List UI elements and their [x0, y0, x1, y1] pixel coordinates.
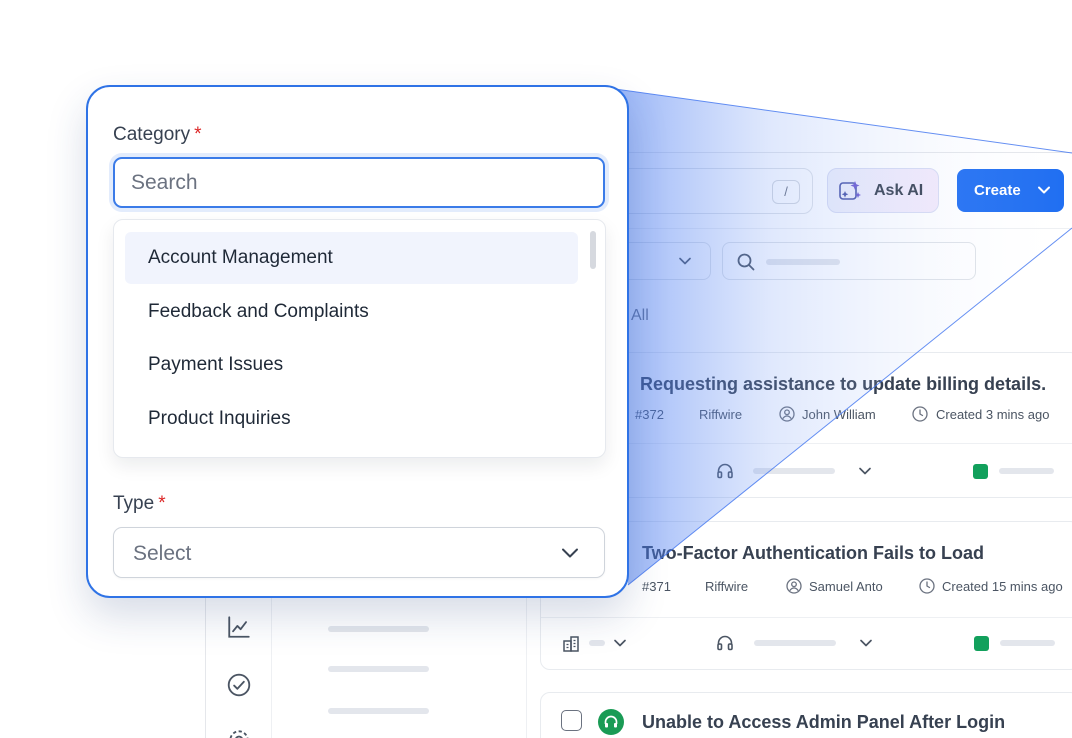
category-option-label: Product Inquiries [148, 408, 291, 429]
skeleton-line [328, 666, 429, 672]
skeleton-line [1000, 640, 1055, 646]
ticket-id: #372 [635, 407, 664, 422]
ticket-title[interactable]: Requesting assistance to update billing … [640, 374, 1046, 395]
ticket-created: Created 15 mins ago [942, 579, 1063, 594]
category-option-label: Account Management [148, 247, 333, 268]
gear-icon[interactable] [226, 727, 252, 738]
required-mark: * [194, 124, 202, 145]
ticket-created: Created 3 mins ago [936, 407, 1050, 422]
category-option-label: Payment Issues [148, 354, 284, 375]
building-icon [563, 636, 579, 652]
type-label-text: Type [113, 493, 155, 514]
category-label: Category * [113, 124, 202, 146]
required-mark: * [158, 493, 166, 514]
ticket-company: Riffwire [699, 407, 743, 422]
category-dropdown-list: Account Management Feedback and Complain… [113, 219, 606, 458]
ask-ai-button[interactable]: Ask AI [827, 168, 939, 213]
status-indicator [974, 636, 989, 651]
chevron-down-icon[interactable] [613, 638, 627, 648]
ticket-title[interactable]: Two-Factor Authentication Fails to Load [642, 543, 984, 564]
card-divider [541, 617, 1072, 618]
chevron-down-icon [1038, 186, 1050, 194]
ticket-assignee: Samuel Anto [809, 579, 883, 594]
sparkle-icon [839, 181, 861, 200]
status-indicator [973, 464, 988, 479]
category-form-popup: Category* Account Management Feedback an… [86, 85, 629, 598]
ticket-assignee: John William [802, 407, 876, 422]
dropdown-scrollbar[interactable] [590, 231, 596, 269]
ticket-card[interactable]: Unable to Access Admin Panel After Login [540, 692, 1072, 738]
clock-icon [919, 578, 935, 594]
category-option[interactable]: Product Inquiries [125, 393, 578, 445]
filter-search-input[interactable] [722, 242, 976, 280]
category-option[interactable]: Payment Issues [125, 339, 578, 391]
user-icon [779, 406, 795, 422]
type-label: Type * [113, 493, 166, 515]
skeleton-line [753, 468, 835, 474]
skeleton-line [999, 468, 1054, 474]
skeleton-line [328, 626, 429, 632]
create-button[interactable]: Create [957, 169, 1064, 212]
user-icon [786, 578, 802, 594]
chevron-down-icon[interactable] [858, 466, 872, 476]
skeleton-line [754, 640, 836, 646]
headset-icon [598, 709, 624, 735]
skeleton-line [766, 259, 840, 265]
search-shortcut-key: / [772, 180, 800, 204]
ticket-title[interactable]: Unable to Access Admin Panel After Login [642, 712, 1005, 733]
ticket-company: Riffwire [705, 579, 749, 594]
category-search-input[interactable] [113, 157, 605, 208]
chevron-down-icon [562, 548, 578, 558]
clock-icon [912, 406, 928, 422]
filter-all-tab[interactable]: All [631, 307, 649, 325]
ticket-checkbox[interactable] [561, 710, 582, 731]
search-icon [737, 253, 755, 271]
create-label: Create [974, 182, 1021, 199]
type-select[interactable]: Select [113, 527, 605, 578]
category-option[interactable]: Account Management [125, 232, 578, 284]
type-select-value: Select [133, 542, 192, 565]
headset-icon [717, 463, 733, 479]
skeleton-line [328, 708, 429, 714]
chevron-down-icon[interactable] [859, 638, 873, 648]
ticket-id: #371 [642, 579, 671, 594]
check-circle-icon[interactable] [226, 672, 252, 698]
category-option[interactable]: Feedback and Complaints [125, 286, 578, 338]
headset-icon [717, 635, 733, 651]
chevron-down-icon [679, 257, 691, 265]
category-label-text: Category [113, 124, 191, 145]
category-option-label: Feedback and Complaints [148, 301, 369, 322]
skeleton-line [589, 640, 605, 646]
chart-icon[interactable] [226, 614, 252, 640]
ask-ai-label: Ask AI [874, 182, 924, 199]
